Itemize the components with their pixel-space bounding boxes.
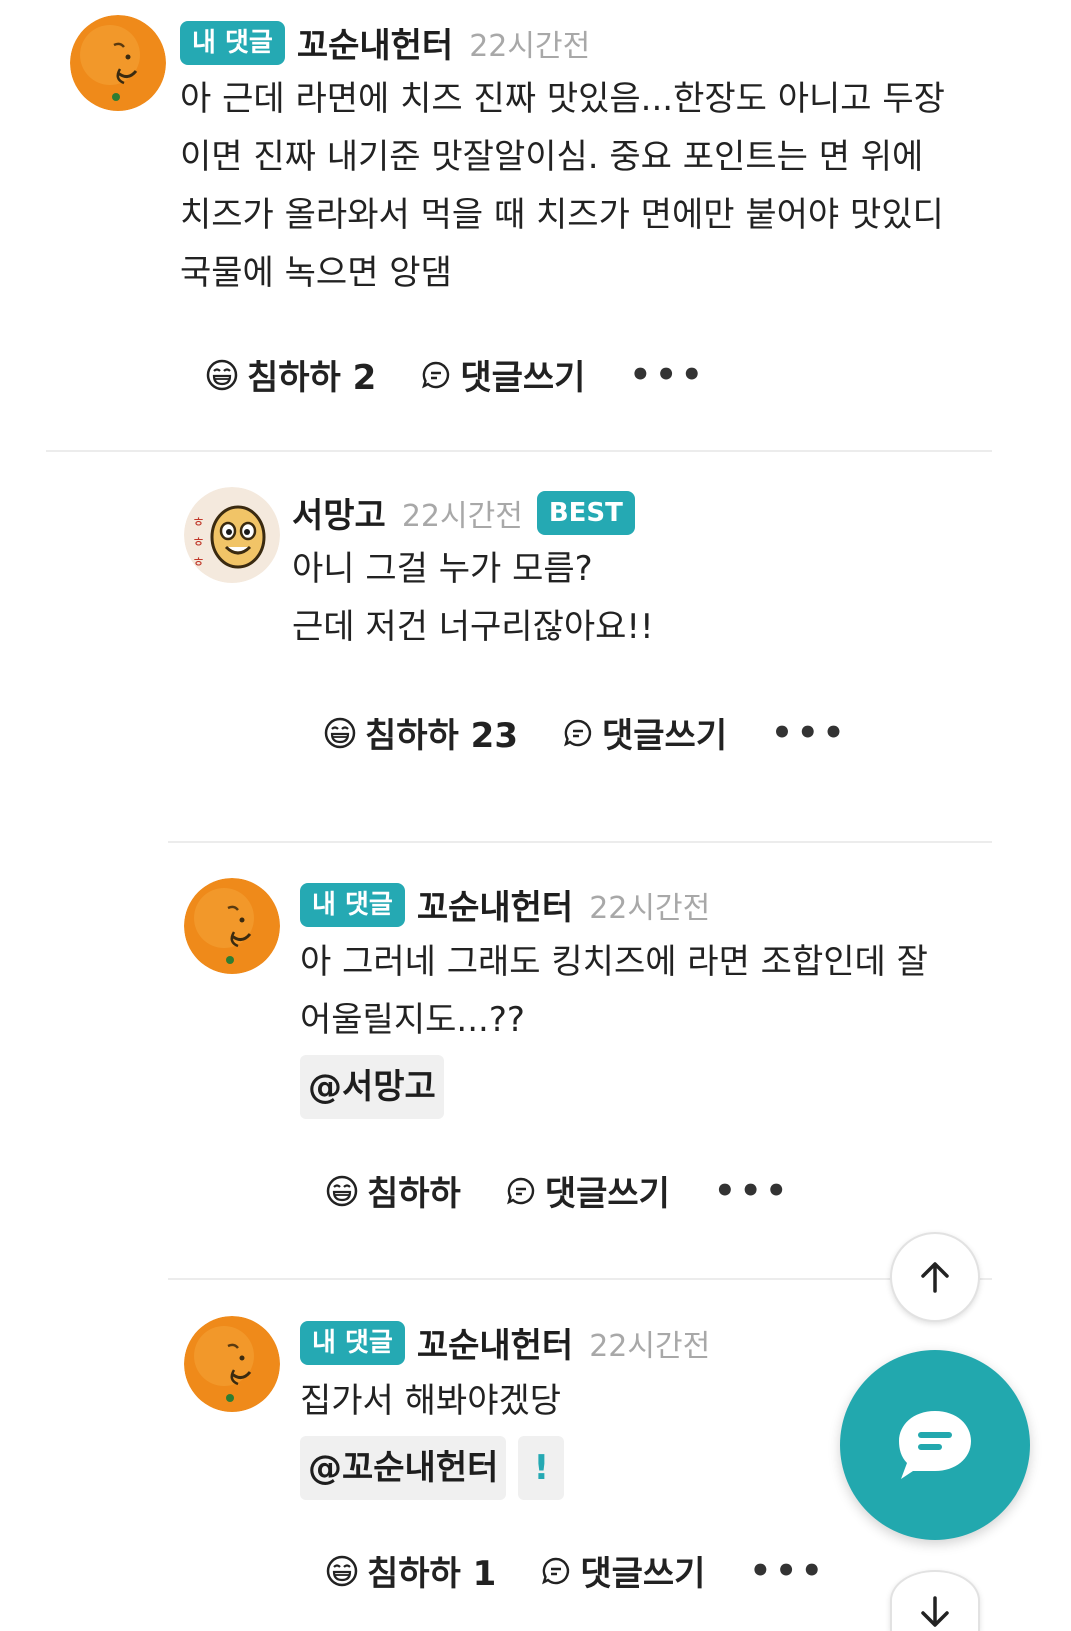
comment-body: 아 그러네 그래도 킹치즈에 라면 조합인데 잘 어울릴지도...?? [300,933,928,1049]
comment-body: 아 근데 라면에 치즈 진짜 맛있음...한장도 아니고 두장 이면 진짜 내기… [180,70,945,302]
speech-bubble-icon [422,361,450,388]
my-comment-badge: 내 댓글 [300,1320,405,1365]
divider [168,841,992,843]
comment-line: 이면 진짜 내기준 맛잘알이심. 중요 포인트는 면 위에 [180,137,924,177]
comment-line: 근데 저건 너구리잖아요!! [292,607,654,647]
like-count: 침하하 23 [365,716,518,756]
laughing-face-icon [206,359,238,390]
avatar[interactable] [70,15,166,111]
speech-bubble-icon [506,1177,534,1204]
divider [46,450,992,452]
laughing-face-icon [326,1555,358,1586]
like-button[interactable]: 침하하 2 [205,350,376,399]
like-button[interactable]: 침하하 1 [325,1546,496,1595]
more-options-icon[interactable]: ••• [714,1171,791,1211]
more-options-icon[interactable]: ••• [629,355,706,395]
speech-bubble-icon [542,1557,570,1584]
avatar[interactable]: ㅎ ㅎ ㅎ [184,487,280,583]
timestamp: 22시간전 [469,28,591,64]
comment-body: 아니 그걸 누가 모름? 근데 저건 너구리잖아요!! [292,540,654,656]
comment-line: 아 그러네 그래도 킹치즈에 라면 조합인데 잘 [300,942,928,982]
scroll-up-button[interactable] [890,1232,980,1322]
write-comment-fab[interactable] [840,1350,1030,1540]
author-nickname[interactable]: 꼬순내헌터 [417,1318,573,1367]
author-nickname[interactable]: 서망고 [292,488,386,537]
more-options-icon[interactable]: ••• [749,1551,826,1591]
timestamp: 22시간전 [589,1328,711,1364]
arrow-down-icon [921,1596,949,1627]
comment-body: 집가서 해봐야겠당 [300,1372,561,1430]
like-button[interactable]: 침하하 [325,1166,461,1215]
author-nickname[interactable]: 꼬순내헌터 [417,880,573,929]
timestamp: 22시간전 [589,890,711,926]
divider [168,1278,992,1280]
comment-line: 치즈가 올라와서 먹을 때 치즈가 면에만 붙어야 맛있디 [180,195,944,235]
comment-line: 아니 그걸 누가 모름? [292,549,593,589]
reply-label: 댓글쓰기 [460,358,586,398]
svg-text:ㅎ: ㅎ [192,555,205,571]
svg-text:ㅎ: ㅎ [192,515,205,531]
comment-line: 국물에 녹으면 앙댐 [180,253,452,293]
laughing-face-icon [324,717,356,748]
svg-text:ㅎ: ㅎ [192,535,205,551]
like-count: 침하하 [367,1174,461,1214]
laughing-face-icon [326,1175,358,1206]
reply-label: 댓글쓰기 [602,716,728,756]
comment-line: 집가서 해봐야겠당 [300,1381,562,1421]
like-count: 침하하 2 [247,358,377,398]
author-nickname[interactable]: 꼬순내헌터 [297,18,453,67]
more-options-icon[interactable]: ••• [771,713,848,753]
scroll-down-button[interactable] [890,1570,980,1631]
my-comment-badge: 내 댓글 [180,20,285,65]
reply-button[interactable]: 댓글쓰기 [505,1166,670,1215]
reply-label: 댓글쓰기 [544,1174,670,1214]
avatar[interactable] [184,1316,280,1412]
like-button[interactable]: 침하하 23 [323,708,518,757]
chat-bubble-icon [899,1411,971,1479]
timestamp: 22시간전 [401,498,523,534]
mention-tag[interactable]: @서망고 [300,1055,444,1119]
exclamation-emoji: ! [518,1436,565,1500]
reply-button[interactable]: 댓글쓰기 [562,708,727,757]
comment-line: 어울릴지도...?? [300,1000,525,1040]
mention-tag[interactable]: @꼬순내헌터 [300,1436,507,1500]
avatar[interactable] [184,878,280,974]
speech-bubble-icon [564,719,592,746]
my-comment-badge: 내 댓글 [300,882,405,927]
best-badge: BEST [536,490,635,535]
reply-button[interactable]: 댓글쓰기 [540,1546,705,1595]
comment-line: 아 근데 라면에 치즈 진짜 맛있음...한장도 아니고 두장 [180,79,945,119]
like-count: 침하하 1 [367,1554,497,1594]
arrow-up-icon [921,1262,949,1293]
reply-button[interactable]: 댓글쓰기 [420,350,585,399]
reply-label: 댓글쓰기 [580,1554,706,1594]
